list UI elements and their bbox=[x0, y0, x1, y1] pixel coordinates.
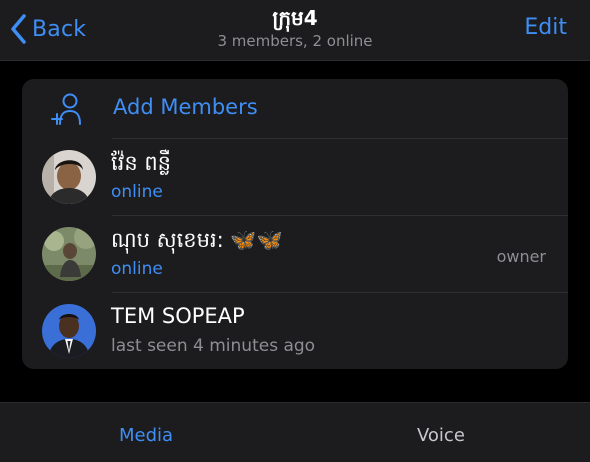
chat-title: ក្រុម4 bbox=[272, 6, 318, 30]
member-name: TEM SOPEAP bbox=[111, 304, 245, 328]
avatar bbox=[42, 304, 96, 358]
avatar bbox=[42, 227, 96, 281]
member-row[interactable]: ណុប សុខេមរ: 🦋🦋 online owner bbox=[22, 216, 568, 292]
member-name: ណុប សុខេមរ: 🦋🦋 bbox=[111, 228, 283, 252]
title-block: ក្រុម4 3 members, 2 online bbox=[0, 4, 590, 50]
add-members-button[interactable]: Add Members bbox=[22, 79, 568, 138]
member-status: online bbox=[111, 182, 163, 202]
owner-badge: owner bbox=[496, 247, 546, 266]
member-status: online bbox=[111, 259, 163, 279]
add-person-icon bbox=[50, 92, 86, 132]
tab-voice[interactable]: Voice bbox=[417, 425, 465, 446]
member-row[interactable]: វ៉ែន ពន្លឺ online bbox=[22, 139, 568, 215]
member-count-subtitle: 3 members, 2 online bbox=[217, 32, 373, 50]
add-members-label: Add Members bbox=[113, 95, 258, 119]
members-card: Add Members វ៉ែន ពន្លឺ online ណុប សុខេមរ… bbox=[22, 79, 568, 369]
nav-header: Back ក្រុម4 3 members, 2 online Edit bbox=[0, 0, 590, 61]
member-row[interactable]: TEM SOPEAP last seen 4 minutes ago bbox=[22, 293, 568, 369]
avatar bbox=[42, 150, 96, 204]
tab-media[interactable]: Media bbox=[119, 425, 173, 446]
media-tab-bar: Media Voice bbox=[0, 402, 590, 462]
member-name: វ៉ែន ពន្លឺ bbox=[111, 151, 171, 175]
member-status: last seen 4 minutes ago bbox=[111, 336, 316, 356]
edit-button[interactable]: Edit bbox=[524, 15, 567, 40]
